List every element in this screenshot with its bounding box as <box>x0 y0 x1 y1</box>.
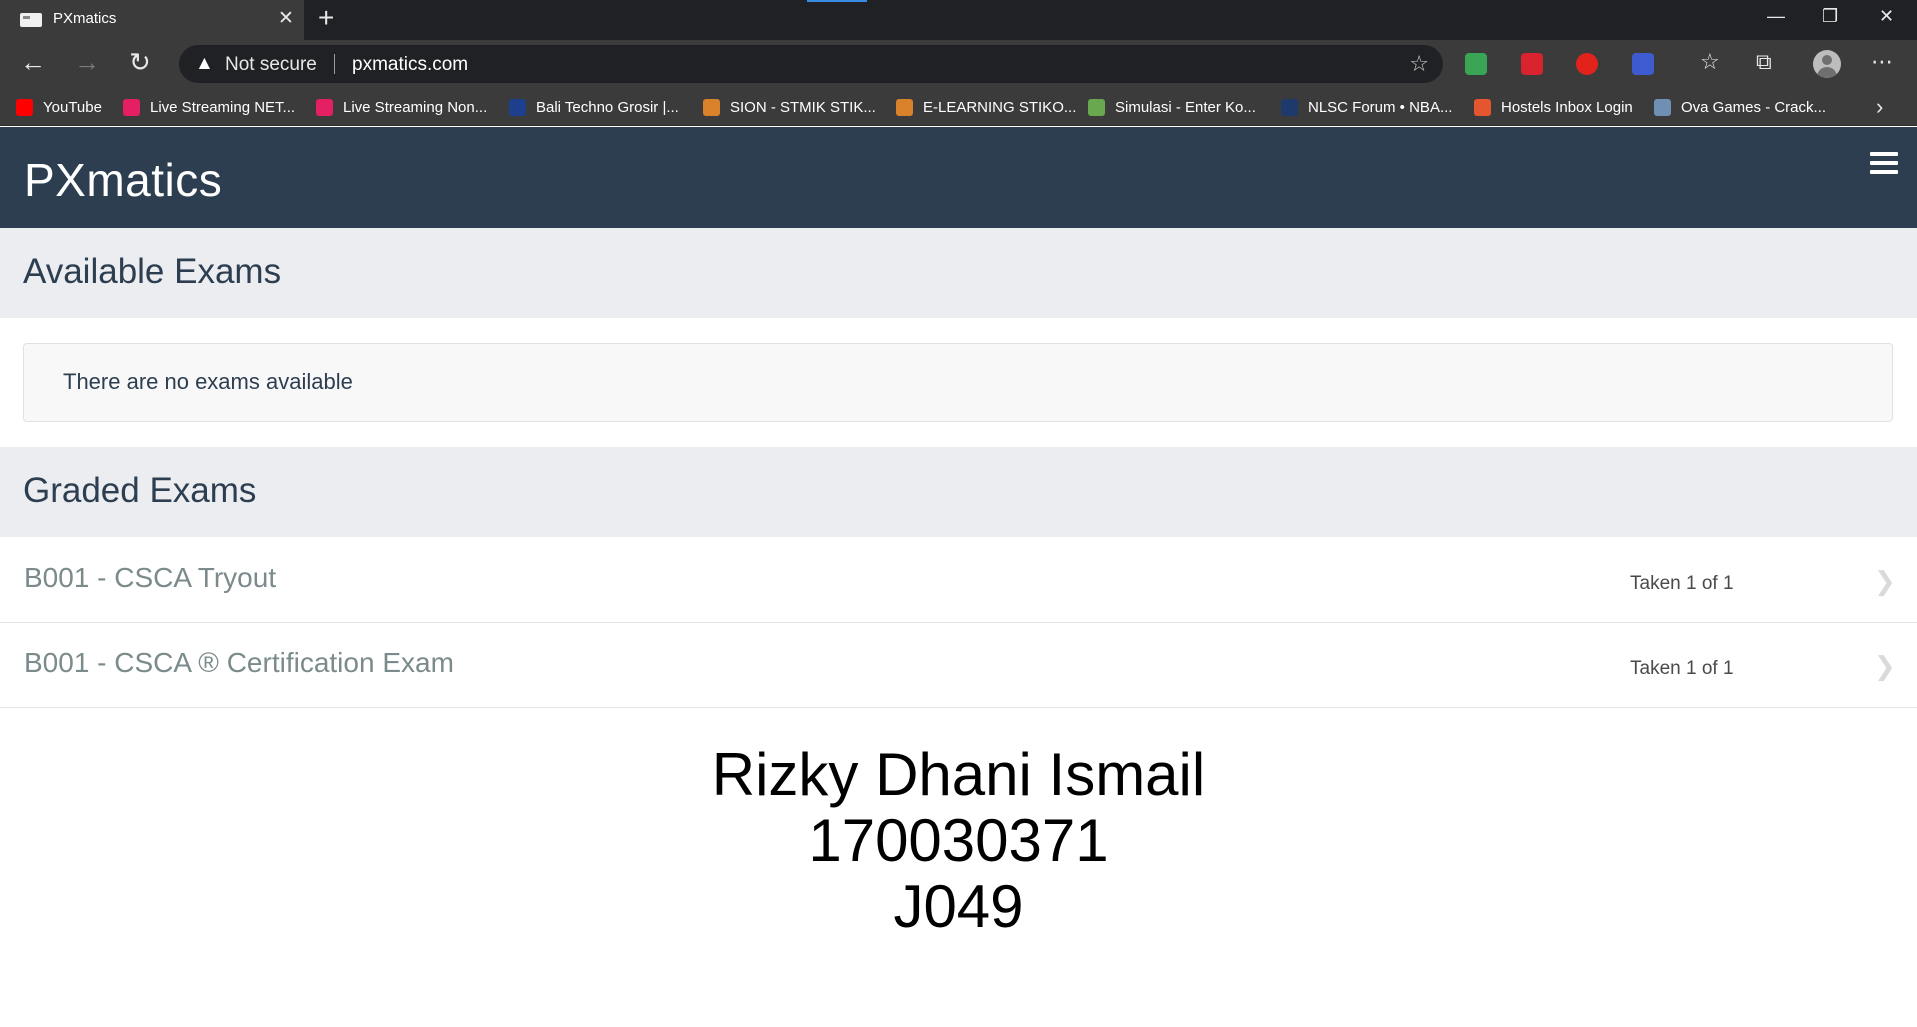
browser-toolbar: ← → ↻ ▲ Not secure pxmatics.com ☆ ☆ ⧉ ⋯ <box>0 40 1917 88</box>
exam-title[interactable]: B001 - CSCA Tryout <box>24 562 276 594</box>
graded-exams-heading: Graded Exams <box>23 471 257 510</box>
back-arrow-icon[interactable]: ← <box>20 47 46 78</box>
restore-window-icon[interactable]: ❐ <box>1822 6 1838 27</box>
chevron-right-icon[interactable]: ❯ <box>1874 566 1896 597</box>
graded-exam-row[interactable]: B001 - CSCA ® Certification Exam Taken 1… <box>0 623 1917 708</box>
profile-avatar[interactable] <box>1813 50 1841 78</box>
browser-titlebar: PXmatics ✕ + — ❐ ✕ <box>0 0 1917 40</box>
graded-exams-header: Graded Exams <box>0 447 1917 537</box>
graded-exam-row[interactable]: B001 - CSCA Tryout Taken 1 of 1 ❯ <box>0 538 1917 623</box>
vidio-icon <box>316 98 333 116</box>
bookmark-live-streaming-non[interactable]: Live Streaming Non... <box>316 96 487 118</box>
btg-logo-icon <box>509 98 526 116</box>
bookmark-hostels-inbox[interactable]: Hostels Inbox Login <box>1474 96 1633 118</box>
stikom-logo-icon <box>703 98 720 116</box>
more-menu-icon[interactable]: ⋯ <box>1871 49 1893 75</box>
bookmark-simulasi[interactable]: Simulasi - Enter Ko... <box>1088 96 1256 118</box>
browser-tab-active[interactable]: PXmatics ✕ <box>0 0 304 40</box>
bookmark-nlsc-forum[interactable]: NLSC Forum • NBA... <box>1281 96 1452 118</box>
minimize-window-icon[interactable]: — <box>1767 6 1785 27</box>
exam-title[interactable]: B001 - CSCA ® Certification Exam <box>24 647 454 679</box>
bookmarks-overflow-chevron-icon[interactable]: › <box>1876 94 1883 120</box>
student-name: Rizky Dhani Ismail <box>711 741 1206 808</box>
extension-puzzle-icon[interactable] <box>1632 53 1654 75</box>
bookmark-sion-stmik[interactable]: SION - STMIK STIK... <box>703 96 876 118</box>
bookmark-e-learning-stikom[interactable]: E-LEARNING STIKO... <box>896 96 1076 118</box>
ova-games-logo-icon <box>1654 98 1671 116</box>
favorites-icon[interactable]: ☆ <box>1700 49 1720 75</box>
bookmark-live-streaming-net[interactable]: Live Streaming NET... <box>123 96 295 118</box>
address-bar[interactable]: ▲ Not secure pxmatics.com ☆ <box>179 45 1443 83</box>
bookmarks-bar: YouTube Live Streaming NET... Live Strea… <box>0 88 1917 126</box>
forward-arrow-icon[interactable]: → <box>74 47 100 78</box>
address-separator <box>334 54 335 74</box>
tab-title: PXmatics <box>53 10 117 27</box>
student-code: J049 <box>893 873 1024 940</box>
bookmark-youtube[interactable]: YouTube <box>16 96 102 118</box>
site-navbar: PXmatics <box>0 127 1917 228</box>
security-status-label[interactable]: Not secure <box>225 54 317 76</box>
hamburger-menu-icon[interactable] <box>1870 152 1898 176</box>
no-exams-message: There are no exams available <box>63 369 353 394</box>
url-text[interactable]: pxmatics.com <box>352 54 468 76</box>
bookmark-ova-games[interactable]: Ova Games - Crack... <box>1654 96 1826 118</box>
site-favicon-icon <box>20 13 42 27</box>
reload-icon[interactable]: ↻ <box>129 47 151 78</box>
student-id: 170030371 <box>808 807 1109 874</box>
nba-logo-icon <box>1281 98 1298 116</box>
new-tab-button[interactable]: + <box>318 2 334 34</box>
available-exams-heading: Available Exams <box>23 252 282 291</box>
exam-attempts-status: Taken 1 of 1 <box>1630 658 1734 679</box>
collections-icon[interactable]: ⧉ <box>1756 49 1772 75</box>
simulasi-logo-icon <box>1088 98 1105 116</box>
no-exams-notice: There are no exams available <box>23 343 1893 422</box>
hostels-logo-icon <box>1474 98 1491 116</box>
vidio-icon <box>123 98 140 116</box>
exam-attempts-status: Taken 1 of 1 <box>1630 573 1734 594</box>
titlebar-accent <box>807 0 867 2</box>
extension-adblock-icon[interactable] <box>1576 53 1598 75</box>
available-exams-header: Available Exams <box>0 228 1917 318</box>
chevron-right-icon[interactable]: ❯ <box>1874 651 1896 682</box>
youtube-icon <box>16 98 33 116</box>
stikom-logo-icon <box>896 98 913 116</box>
tab-close-icon[interactable]: ✕ <box>278 7 294 30</box>
bookmark-bali-techno-grosir[interactable]: Bali Techno Grosir |... <box>509 96 679 118</box>
student-identity-overlay: Rizky Dhani Ismail 170030371 J049 <box>0 742 1917 940</box>
site-brand-logo[interactable]: PXmatics <box>24 153 222 207</box>
warning-triangle-icon[interactable]: ▲ <box>195 53 214 75</box>
add-favorite-star-icon[interactable]: ☆ <box>1409 51 1429 77</box>
extension-download-icon[interactable] <box>1521 53 1543 75</box>
extension-globe-icon[interactable] <box>1465 53 1487 75</box>
close-window-icon[interactable]: ✕ <box>1879 6 1894 27</box>
